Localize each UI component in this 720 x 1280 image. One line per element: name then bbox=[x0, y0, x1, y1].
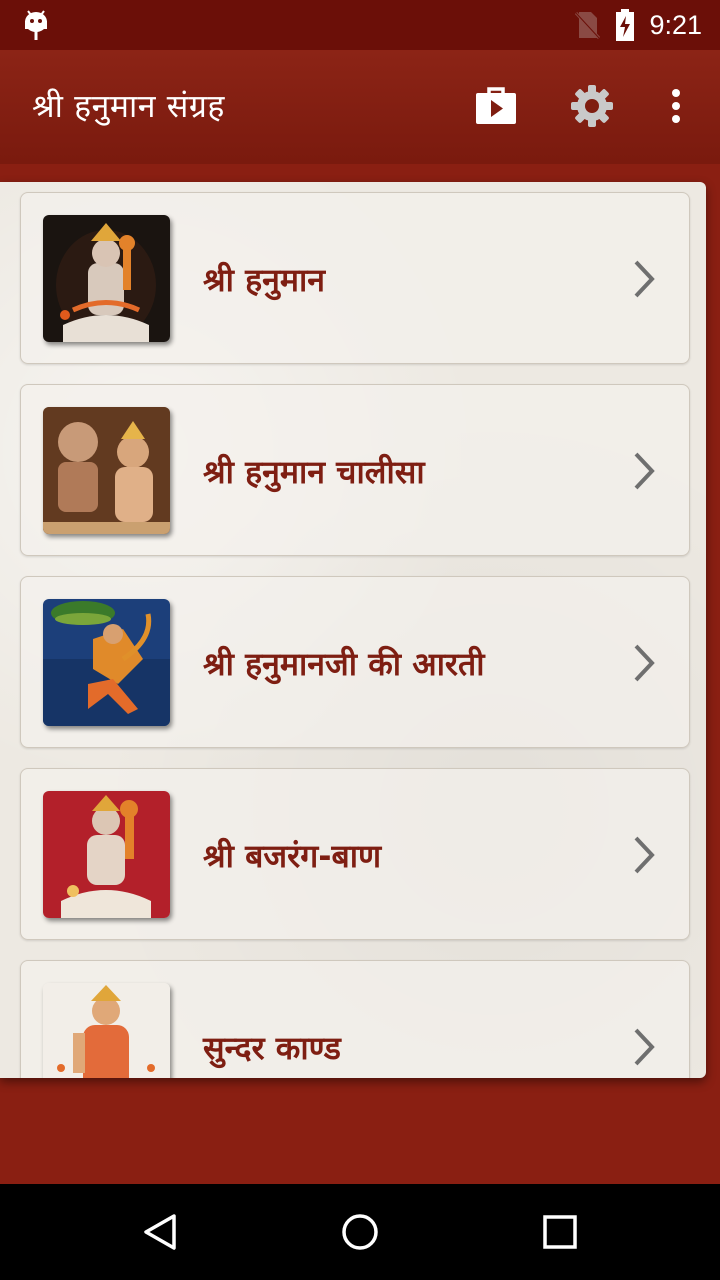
settings-button[interactable] bbox=[566, 80, 618, 132]
content-panel: श्री हनुमान श्री हनुमान चालीसा श्री हनुम… bbox=[0, 182, 706, 1078]
list-item-label: श्री हनुमान bbox=[203, 260, 326, 299]
more-options-button[interactable] bbox=[650, 80, 702, 132]
hanuman-seated-red-image bbox=[43, 791, 170, 918]
status-time: 9:21 bbox=[649, 9, 702, 40]
ram-hanuman-image bbox=[43, 407, 170, 534]
no-sim-icon bbox=[575, 11, 601, 40]
list-item-label: श्री बजरंग-बाण bbox=[203, 836, 382, 875]
hanuman-seated-image bbox=[43, 215, 170, 342]
hanuman-flying-mountain-image bbox=[43, 599, 170, 726]
app-bar: श्री हनुमान संग्रह bbox=[0, 50, 720, 164]
list-item-label: श्री हनुमानजी की आरती bbox=[203, 644, 485, 683]
list-item-hanumanji-aarti[interactable]: श्री हनुमानजी की आरती bbox=[20, 576, 690, 748]
list-item-bajrang-baan[interactable]: श्री बजरंग-बाण bbox=[20, 768, 690, 940]
battery-charging-icon bbox=[616, 9, 635, 41]
chevron-right-icon bbox=[634, 452, 655, 490]
more-vert-icon bbox=[672, 89, 680, 123]
recents-icon[interactable] bbox=[540, 1212, 580, 1252]
app-title: श्री हनुमान संग्रह bbox=[32, 87, 225, 125]
list-item-label: सुन्दर काण्ड bbox=[203, 1028, 341, 1067]
list-item-sundar-kaand[interactable]: सुन्दर काण्ड bbox=[20, 960, 690, 1078]
home-icon[interactable] bbox=[340, 1212, 380, 1252]
status-bar: 9:21 bbox=[0, 0, 720, 50]
play-store-icon bbox=[476, 87, 516, 124]
chevron-right-icon bbox=[634, 260, 655, 298]
list-item-label: श्री हनुमान चालीसा bbox=[203, 452, 425, 491]
android-debug-icon bbox=[25, 10, 47, 40]
chevron-right-icon bbox=[634, 1028, 655, 1066]
gear-icon bbox=[571, 85, 613, 127]
hanuman-standing-image bbox=[43, 983, 170, 1078]
play-store-button[interactable] bbox=[470, 80, 522, 132]
list-item-shri-hanuman[interactable]: श्री हनुमान bbox=[20, 192, 690, 364]
back-icon[interactable] bbox=[140, 1212, 180, 1252]
chevron-right-icon bbox=[634, 836, 655, 874]
chevron-right-icon bbox=[634, 644, 655, 682]
list-item-hanuman-chalisa[interactable]: श्री हनुमान चालीसा bbox=[20, 384, 690, 556]
navigation-bar bbox=[0, 1184, 720, 1280]
